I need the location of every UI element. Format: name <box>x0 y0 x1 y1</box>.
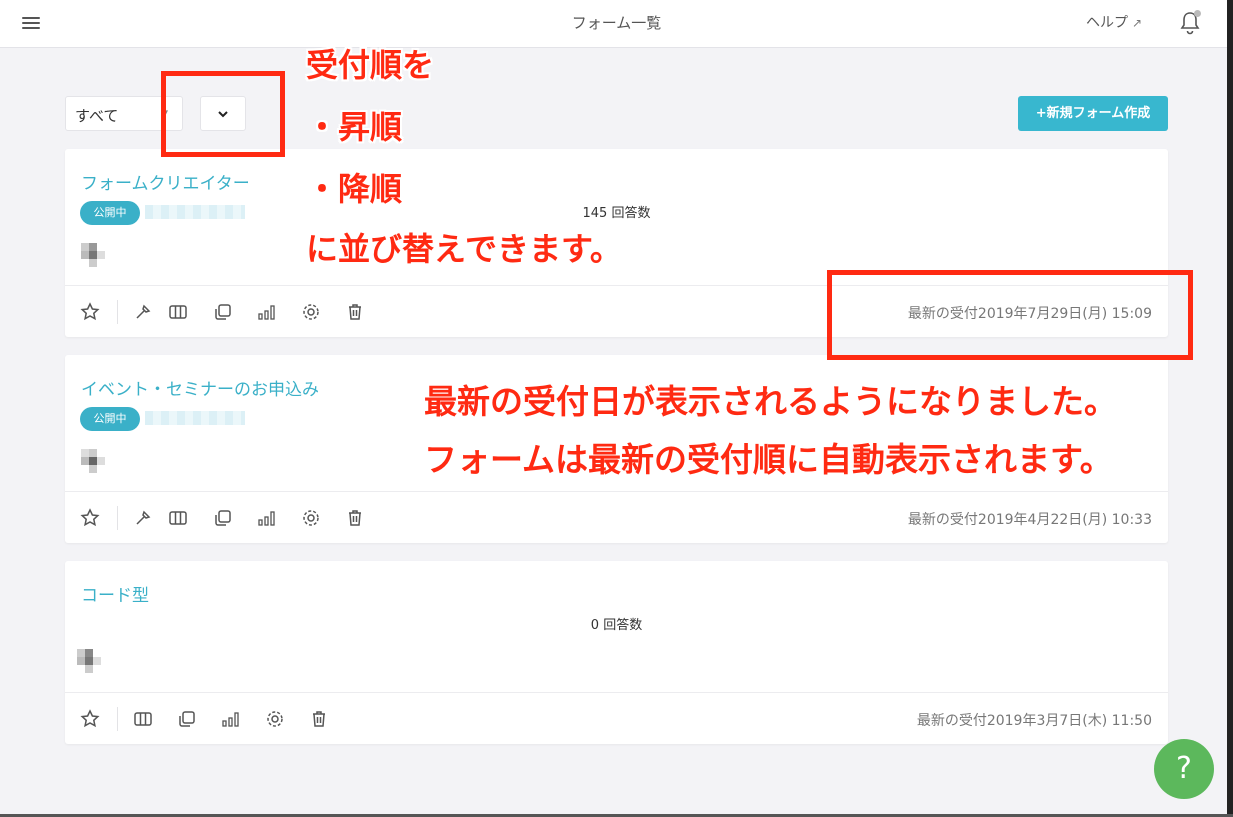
annotation-sort-line4: に並び替えできます。 <box>306 230 622 268</box>
avatar <box>77 649 107 673</box>
divider <box>117 707 118 731</box>
chart-bars-icon[interactable] <box>257 508 277 528</box>
blurred-url <box>145 411 245 425</box>
annotation-latest-line1: 最新の受付日が表示されるようになりました。 <box>424 382 1117 421</box>
copy-icon[interactable] <box>213 508 233 528</box>
answer-count: 0 回答数 <box>590 618 643 633</box>
help-label: ヘルプ <box>1086 15 1128 31</box>
page-title: フォーム一覧 <box>571 14 662 32</box>
divider <box>117 300 118 324</box>
gear-icon[interactable] <box>301 302 321 322</box>
avatar <box>81 243 111 267</box>
columns-icon[interactable] <box>168 302 188 322</box>
copy-icon[interactable] <box>213 302 233 322</box>
form-title[interactable]: コード型 <box>81 581 149 606</box>
trash-icon[interactable] <box>345 302 365 322</box>
help-fab-button[interactable]: ? <box>1154 739 1214 799</box>
chart-bars-icon[interactable] <box>221 709 241 729</box>
form-card: コード型 0 回答数 最新の受付2019年3月7日(木) 11:50 <box>65 561 1168 744</box>
window-edge <box>1227 0 1233 817</box>
gear-icon[interactable] <box>301 508 321 528</box>
answer-count: 145 回答数 <box>582 206 651 221</box>
external-link-icon: ↗ <box>1132 16 1143 30</box>
help-link[interactable]: ヘルプ ↗ <box>1086 12 1142 32</box>
card-footer: 最新の受付2019年3月7日(木) 11:50 <box>65 692 1168 744</box>
status-badge: 公開中 <box>80 407 140 431</box>
sort-callout-box <box>161 71 285 157</box>
top-bar: フォーム一覧 ヘルプ ↗ <box>0 0 1233 48</box>
divider <box>117 506 118 530</box>
form-title[interactable]: イベント・セミナーのお申込み <box>81 375 319 400</box>
latest-received: 最新の受付2019年3月7日(木) 11:50 <box>916 713 1152 729</box>
card-footer: 最新の受付2019年4月22日(月) 10:33 <box>65 491 1168 543</box>
star-icon[interactable] <box>80 302 100 322</box>
chart-bars-icon[interactable] <box>257 302 277 322</box>
trash-icon[interactable] <box>345 508 365 528</box>
form-title[interactable]: フォームクリエイター <box>81 169 250 194</box>
avatar <box>81 449 111 473</box>
columns-icon[interactable] <box>133 709 153 729</box>
edit-hammer-icon[interactable] <box>133 302 153 322</box>
notification-dot <box>1194 10 1201 17</box>
annotation-sort-line3: ・降順 <box>306 170 403 208</box>
new-form-button[interactable]: +新規フォーム作成 <box>1018 96 1168 131</box>
gear-icon[interactable] <box>265 709 285 729</box>
annotation-sort-line1: 受付順を <box>306 46 435 84</box>
star-icon[interactable] <box>80 508 100 528</box>
copy-icon[interactable] <box>177 709 197 729</box>
annotation-sort-line2: ・昇順 <box>306 108 403 146</box>
columns-icon[interactable] <box>168 508 188 528</box>
latest-received: 最新の受付2019年4月22日(月) 10:33 <box>907 512 1152 528</box>
filter-value: すべて <box>75 107 119 125</box>
annotation-latest-line2: フォームは最新の受付順に自動表示されます。 <box>424 440 1113 479</box>
bell-icon[interactable] <box>1178 10 1202 36</box>
star-icon[interactable] <box>80 709 100 729</box>
received-callout-box <box>827 270 1193 360</box>
edit-hammer-icon[interactable] <box>133 508 153 528</box>
trash-icon[interactable] <box>309 709 329 729</box>
